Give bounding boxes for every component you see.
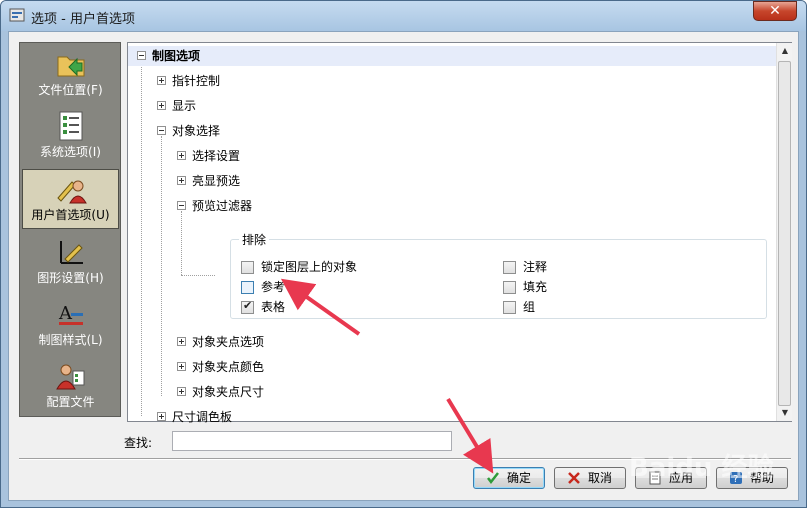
options-dialog: 选项 - 用户首选项 ✕ 文件位置(F) 系统选项(I) 用户首选项(U) 图形…: [0, 0, 807, 508]
annotation-arrows: [280, 278, 494, 474]
arrow-to-ok: [446, 397, 494, 474]
arrow-to-reference: [280, 278, 361, 336]
